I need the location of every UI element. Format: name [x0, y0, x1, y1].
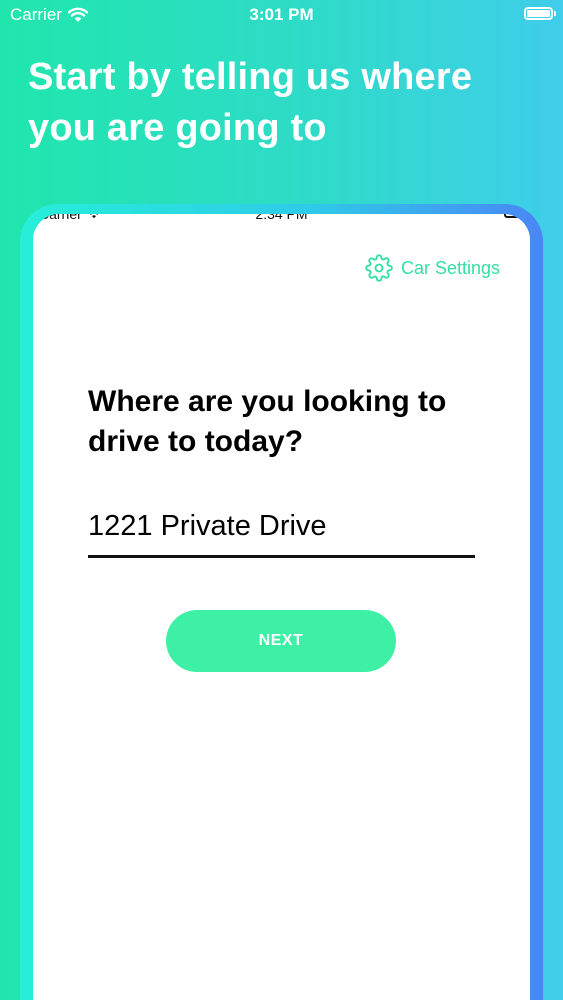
destination-input[interactable] — [88, 498, 475, 558]
status-time: 3:01 PM — [249, 5, 314, 24]
battery-icon — [524, 7, 556, 20]
page-headline: Start by telling us where you are going … — [28, 56, 473, 149]
next-button[interactable]: NEXT — [166, 610, 396, 672]
gear-icon — [365, 254, 393, 282]
phone-screen: Carrier 2:34 PM Car Settings Where are y… — [33, 214, 530, 1000]
car-settings-label: Car Settings — [400, 257, 500, 278]
destination-question: Where are you looking to drive to today? — [88, 385, 447, 458]
status-bar: Carrier 3:01 PM — [0, 0, 563, 30]
car-settings-button[interactable]: Car Settings — [365, 254, 500, 282]
inner-status-time: 2:34 PM — [255, 214, 308, 222]
inner-battery-icon — [504, 214, 524, 218]
inner-status-bar: Carrier 2:34 PM — [33, 214, 530, 226]
